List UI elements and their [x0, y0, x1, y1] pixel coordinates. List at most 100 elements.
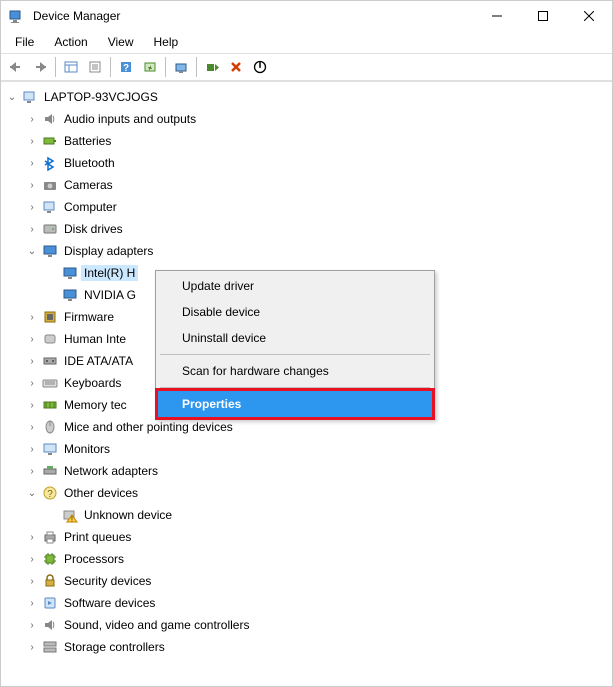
- tree-node[interactable]: ›Bluetooth: [21, 152, 612, 174]
- ide-icon: [41, 352, 59, 370]
- expand-icon[interactable]: ›: [25, 640, 39, 654]
- speaker-icon: [41, 110, 59, 128]
- app-icon: [9, 8, 25, 24]
- expand-icon[interactable]: ›: [25, 442, 39, 456]
- computer-icon: [21, 88, 39, 106]
- network-icon: [41, 462, 59, 480]
- tree-node-label: IDE ATA/ATA: [61, 353, 136, 369]
- tree-node[interactable]: ›Storage controllers: [21, 636, 612, 658]
- menu-action[interactable]: Action: [44, 33, 97, 51]
- monitor-icon: [41, 440, 59, 458]
- tree-node[interactable]: › Security devices: [21, 570, 612, 592]
- close-button[interactable]: [566, 1, 612, 31]
- tree-node-label: Software devices: [61, 595, 158, 611]
- security-icon: [41, 572, 59, 590]
- expand-icon[interactable]: ›: [25, 574, 39, 588]
- expand-icon[interactable]: ›: [25, 464, 39, 478]
- collapse-icon[interactable]: ⌄: [5, 90, 19, 104]
- forward-button[interactable]: [29, 56, 51, 78]
- printer-icon: [41, 528, 59, 546]
- battery-icon: [41, 132, 59, 150]
- expand-icon[interactable]: ›: [25, 552, 39, 566]
- expand-icon[interactable]: ›: [25, 398, 39, 412]
- tree-node-label: Firmware: [61, 309, 117, 325]
- menu-view[interactable]: View: [98, 33, 144, 51]
- device-tree-pane[interactable]: ⌄ LAPTOP-93VCJOGS › Audio inputs and outp…: [1, 81, 612, 686]
- display-icon: [61, 286, 79, 304]
- tree-node-label: Intel(R) H: [81, 265, 138, 281]
- tree-node[interactable]: ›Processors: [21, 548, 612, 570]
- minimize-button[interactable]: [474, 1, 520, 31]
- window-title: Device Manager: [33, 9, 474, 23]
- expand-icon[interactable]: ›: [25, 530, 39, 544]
- properties-button[interactable]: [84, 56, 106, 78]
- svg-text:!: !: [71, 517, 73, 524]
- back-button[interactable]: [5, 56, 27, 78]
- firmware-icon: [41, 308, 59, 326]
- toolbar-sep: [55, 57, 56, 77]
- tree-node[interactable]: ›Disk drives: [21, 218, 612, 240]
- tree-node[interactable]: › Batteries: [21, 130, 612, 152]
- tree-node[interactable]: ›Sound, video and game controllers: [21, 614, 612, 636]
- expand-icon[interactable]: ›: [25, 134, 39, 148]
- computer-icon: [41, 198, 59, 216]
- sound-icon: [41, 616, 59, 634]
- tree-node[interactable]: ›!Unknown device: [41, 504, 612, 526]
- expand-icon[interactable]: ›: [25, 310, 39, 324]
- expand-icon[interactable]: ›: [25, 112, 39, 126]
- mouse-icon: [41, 418, 59, 436]
- expand-icon[interactable]: ›: [25, 618, 39, 632]
- tree-node[interactable]: ⌄Display adapters: [21, 240, 612, 262]
- hid-icon: [41, 330, 59, 348]
- camera-icon: [41, 176, 59, 194]
- tree-node[interactable]: ›Computer: [21, 196, 612, 218]
- menu-help[interactable]: Help: [144, 33, 189, 51]
- expand-icon[interactable]: ›: [25, 156, 39, 170]
- expand-icon[interactable]: ›: [25, 354, 39, 368]
- ctx-disable-device[interactable]: Disable device: [158, 299, 432, 325]
- tree-node[interactable]: ›Print queues: [21, 526, 612, 548]
- expand-icon[interactable]: ›: [25, 420, 39, 434]
- tree-node-label: Batteries: [61, 133, 114, 149]
- maximize-button[interactable]: [520, 1, 566, 31]
- display-icon: [41, 242, 59, 260]
- other-icon: ?: [41, 484, 59, 502]
- tree-node-label: Audio inputs and outputs: [61, 111, 199, 127]
- tree-node[interactable]: › Cameras: [21, 174, 612, 196]
- ctx-uninstall-device[interactable]: Uninstall device: [158, 325, 432, 351]
- scan-hardware-button[interactable]: [139, 56, 161, 78]
- expand-icon[interactable]: ›: [25, 376, 39, 390]
- tree-node[interactable]: › Audio inputs and outputs: [21, 108, 612, 130]
- menu-file[interactable]: File: [5, 33, 44, 51]
- collapse-icon[interactable]: ⌄: [25, 244, 39, 258]
- tree-node[interactable]: ⌄?Other devices: [21, 482, 612, 504]
- window-controls: [474, 1, 612, 31]
- enable-device-button[interactable]: [201, 56, 223, 78]
- update-driver-button[interactable]: [170, 56, 192, 78]
- ctx-update-driver[interactable]: Update driver: [158, 273, 432, 299]
- memory-icon: [41, 396, 59, 414]
- help-button[interactable]: ?: [115, 56, 137, 78]
- expand-icon[interactable]: ›: [25, 332, 39, 346]
- title-bar: Device Manager: [1, 1, 612, 31]
- expand-icon[interactable]: ›: [25, 596, 39, 610]
- collapse-icon[interactable]: ⌄: [25, 486, 39, 500]
- tree-node-label: Human Inte: [61, 331, 129, 347]
- tree-node[interactable]: › Software devices: [21, 592, 612, 614]
- tree-node[interactable]: ›Monitors: [21, 438, 612, 460]
- uninstall-device-button[interactable]: [225, 56, 247, 78]
- highlight-frame: Properties: [155, 388, 435, 420]
- tree-root-node[interactable]: ⌄ LAPTOP-93VCJOGS: [1, 86, 612, 108]
- disable-device-button[interactable]: [249, 56, 271, 78]
- ctx-properties[interactable]: Properties: [158, 391, 432, 417]
- tree-node[interactable]: › Network adapters: [21, 460, 612, 482]
- expand-icon[interactable]: ›: [25, 222, 39, 236]
- tree-node-label: Security devices: [61, 573, 154, 589]
- ctx-scan-hardware[interactable]: Scan for hardware changes: [158, 358, 432, 384]
- tree-node-label: Cameras: [61, 177, 116, 193]
- root-label: LAPTOP-93VCJOGS: [41, 89, 161, 105]
- tree-node-label: Network adapters: [61, 463, 161, 479]
- show-hide-console-button[interactable]: [60, 56, 82, 78]
- expand-icon[interactable]: ›: [25, 178, 39, 192]
- expand-icon[interactable]: ›: [25, 200, 39, 214]
